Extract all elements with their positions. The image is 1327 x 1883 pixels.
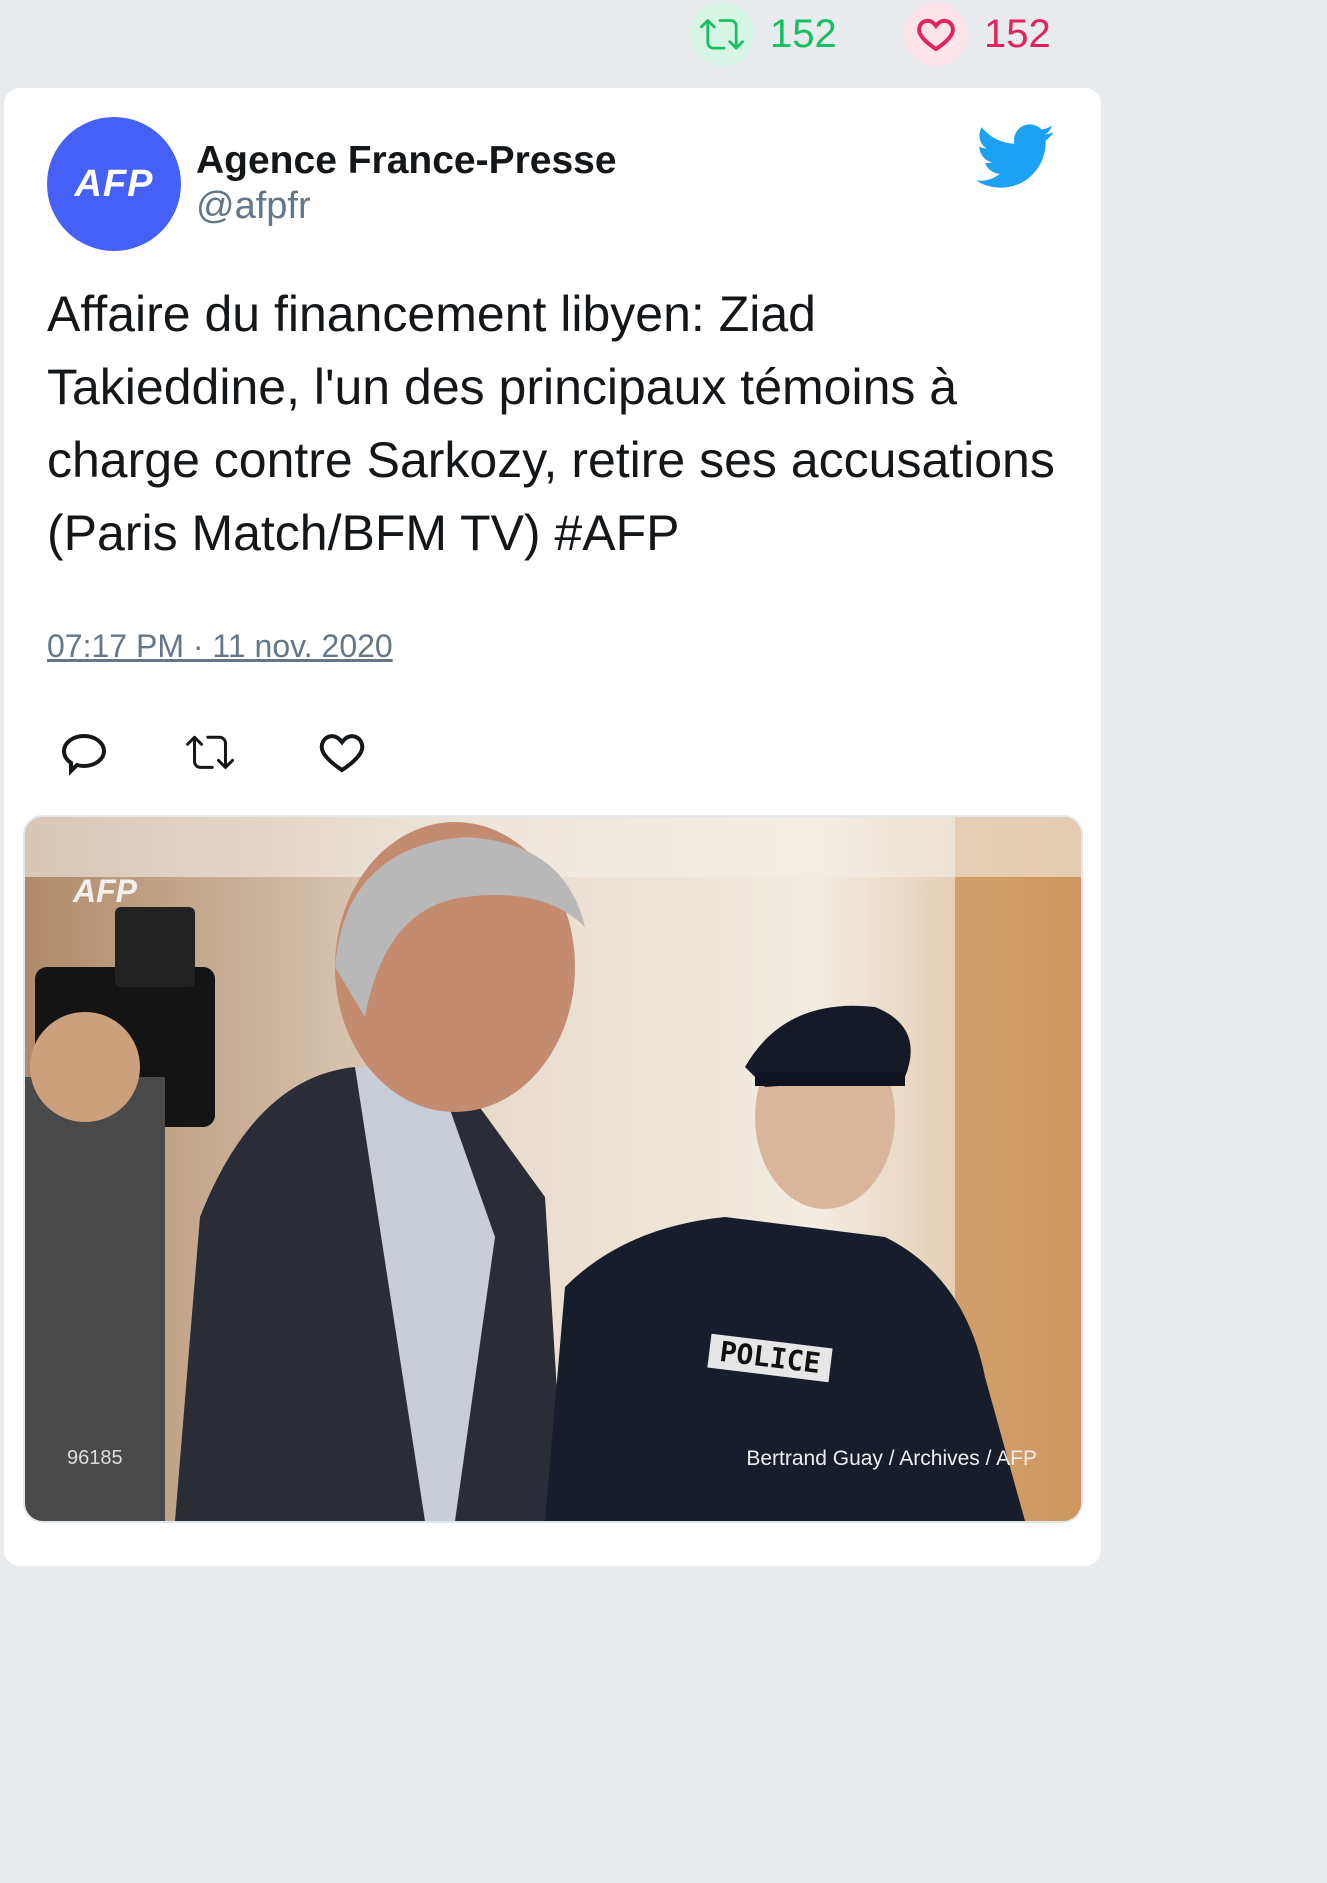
photo-credit: Bertrand Guay / Archives / AFP — [746, 1447, 1037, 1470]
retweet-icon[interactable] — [690, 2, 754, 66]
author-block[interactable]: Agence France-Presse @afpfr — [196, 138, 617, 228]
tweet-text: Affaire du financement libyen: Ziad Taki… — [47, 286, 1055, 561]
photo-id: 96185 — [67, 1447, 123, 1469]
retweet-icon[interactable] — [186, 728, 234, 776]
photo-watermark: AFP — [73, 873, 137, 909]
avatar-initials: AFP — [74, 162, 154, 205]
reply-icon[interactable] — [60, 728, 108, 776]
engagement-bar: 152 152 — [0, 0, 1105, 84]
tweet-timestamp[interactable]: 07:17 PM · 11 nov. 2020 — [47, 628, 393, 665]
retweet-count: 152 — [770, 11, 837, 56]
like-stat[interactable]: 152 — [904, 0, 1051, 68]
tweet-photo[interactable]: AFP POLICE 96185 Bertrand Guay / Archive… — [23, 815, 1083, 1523]
author-handle[interactable]: @afpfr — [196, 184, 617, 228]
avatar[interactable]: AFP — [47, 117, 181, 251]
tweet-card: AFP Agence France-Presse @afpfr Affaire … — [4, 88, 1101, 1566]
like-icon[interactable] — [318, 728, 366, 776]
retweet-stat[interactable]: 152 — [690, 0, 837, 68]
photo-illustration — [25, 817, 1081, 1521]
twitter-bird-icon[interactable] — [976, 124, 1056, 190]
author-name[interactable]: Agence France-Presse — [196, 138, 617, 184]
heart-icon[interactable] — [904, 2, 968, 66]
like-count: 152 — [984, 11, 1051, 56]
